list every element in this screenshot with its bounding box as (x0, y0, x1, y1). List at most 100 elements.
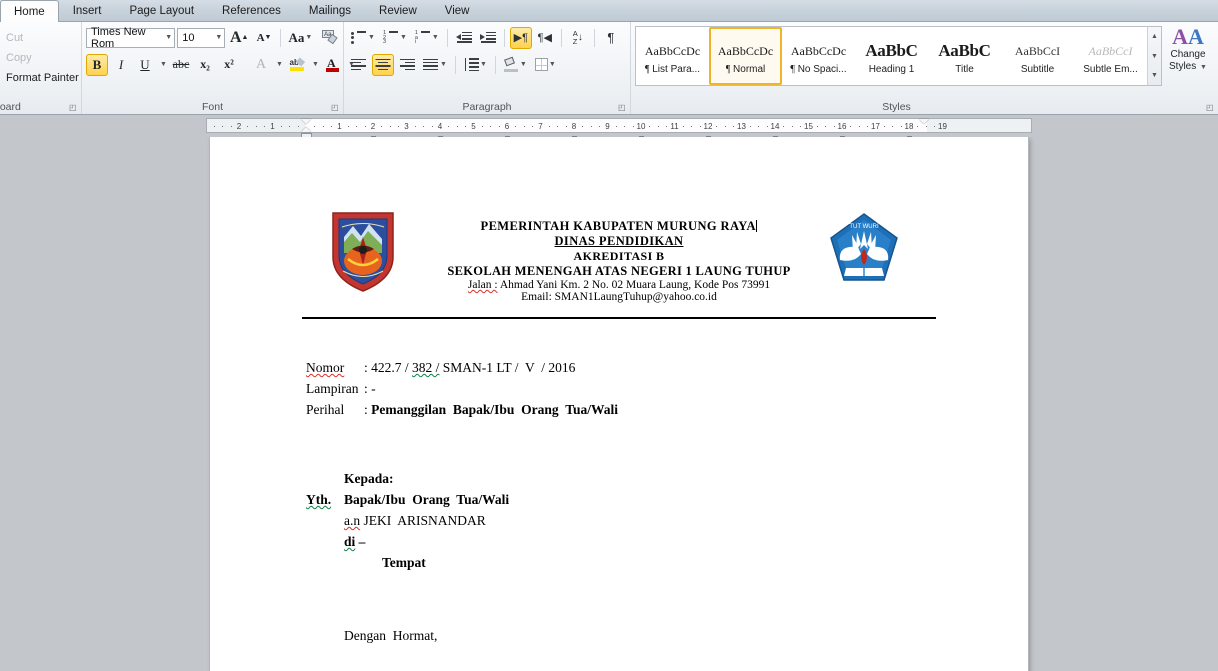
letterhead-divider (302, 317, 936, 319)
clear-formatting-button[interactable]: Aa (317, 27, 339, 49)
ruler-dot (791, 126, 793, 127)
chevron-down-icon: ▼ (440, 61, 447, 68)
text-effects-button[interactable]: A (250, 54, 272, 76)
increase-indent-icon (479, 31, 496, 44)
styles-more-icon[interactable]: ▼ (1148, 66, 1161, 85)
style-label: ¶ No Spaci... (790, 63, 847, 75)
bullets-button[interactable]: ▼ (348, 27, 378, 49)
style-item-no-spacing[interactable]: AaBbCcDc ¶ No Spaci... (782, 27, 855, 85)
horizontal-ruler[interactable]: 2 1 1 2 3 4 5 6 7 8 9 10 11 12 13 14 15 16 17 18 19 (206, 118, 1032, 140)
styles-gallery-scrollbar[interactable]: ▲ ▼ ▼ (1147, 27, 1161, 85)
shrink-font-button[interactable]: A ▼ (253, 27, 275, 49)
left-to-right-button[interactable]: ▶¶ (509, 26, 532, 49)
change-styles-button[interactable]: AA Change Styles ▼ (1162, 25, 1214, 74)
ruler-dot (264, 126, 266, 127)
ruler-dot (632, 126, 634, 127)
decrease-indent-button[interactable] (453, 27, 475, 49)
ruler-dot (582, 126, 584, 127)
yth-label: Yth. (306, 492, 332, 507)
sort-button[interactable]: A Z ↓ (567, 27, 589, 49)
letter-meta-block: Nomor: 422.7 / 382 / SMAN-1 LT / V / 201… (306, 357, 1028, 420)
divider (560, 28, 562, 47)
font-name-combobox[interactable]: Times New Rom ▼ (86, 26, 176, 50)
paragraph-dialog-launcher-icon[interactable]: ◰ (618, 103, 627, 112)
ruler-dot (724, 126, 726, 127)
document-area[interactable]: PEMERINTAH KABUPATEN MURUNG RAYA DINAS P… (0, 137, 1218, 671)
cut-button[interactable]: Cut (4, 28, 77, 48)
underline-dropdown[interactable]: ▼ (158, 54, 168, 76)
ruler-dot (423, 126, 425, 127)
tab-home[interactable]: Home (0, 0, 59, 22)
format-painter-button[interactable]: Format Painter (4, 68, 79, 88)
font-color-icon: A (326, 56, 340, 72)
letterhead: PEMERINTAH KABUPATEN MURUNG RAYA DINAS P… (210, 212, 1028, 319)
strikethrough-button[interactable]: abc (170, 54, 192, 76)
ruler-dot (347, 126, 349, 127)
styles-group-label: Styles (882, 101, 911, 113)
ruler-dot (825, 126, 827, 127)
first-line-indent-marker[interactable] (301, 119, 311, 124)
increase-indent-button[interactable] (477, 27, 499, 49)
italic-button[interactable]: I (110, 54, 132, 76)
tab-review[interactable]: Review (365, 0, 431, 21)
change-case-button[interactable]: Aa ▼ (286, 27, 315, 49)
right-indent-marker[interactable] (919, 119, 929, 124)
tab-insert[interactable]: Insert (59, 0, 116, 21)
font-dialog-launcher-icon[interactable]: ◰ (331, 103, 340, 112)
styles-dialog-launcher-icon[interactable]: ◰ (1206, 103, 1215, 112)
borders-button[interactable]: ▼ (532, 54, 559, 76)
underline-button[interactable]: U (134, 54, 156, 76)
font-color-button[interactable]: A (322, 54, 344, 76)
ruler-dot (758, 126, 760, 127)
grow-font-button[interactable]: A ▲ (227, 27, 251, 49)
tab-view[interactable]: View (431, 0, 484, 21)
style-item-normal[interactable]: AaBbCcDc ¶ Normal (709, 27, 782, 85)
show-formatting-marks-button[interactable]: ¶ (600, 27, 622, 49)
tab-references-label: References (222, 5, 281, 17)
ruler-dot (465, 126, 467, 127)
align-left-button[interactable] (348, 54, 370, 76)
shading-button[interactable]: ▼ (501, 54, 530, 76)
bold-button[interactable]: B (86, 53, 108, 76)
tab-references[interactable]: References (208, 0, 295, 21)
copy-button[interactable]: Copy (4, 48, 77, 68)
ruler-dot (716, 126, 718, 127)
document-page[interactable]: PEMERINTAH KABUPATEN MURUNG RAYA DINAS P… (210, 137, 1028, 671)
superscript-button[interactable]: x² (218, 54, 240, 76)
align-right-button[interactable] (396, 54, 418, 76)
numbering-button[interactable]: 1 2 3 ▼ (380, 27, 410, 49)
ruler-dot (314, 126, 316, 127)
ruler-dot (858, 126, 860, 127)
chevron-down-icon: ▼ (1200, 64, 1207, 71)
lampiran-value: : - (364, 381, 376, 396)
styles-scroll-up-icon[interactable]: ▲ (1148, 27, 1161, 46)
text-highlight-button[interactable]: ab (286, 54, 308, 76)
tab-mailings[interactable]: Mailings (295, 0, 365, 21)
multilevel-list-button[interactable]: 1 a i ▼ (412, 27, 442, 49)
style-item-subtitle[interactable]: AaBbCcI Subtitle (1001, 27, 1074, 85)
right-to-left-button[interactable]: ¶◀ (534, 27, 556, 49)
style-item-title[interactable]: AaBbC Title (928, 27, 1001, 85)
divider (494, 55, 496, 74)
ruler-dot (657, 126, 659, 127)
subscript-button[interactable]: x₂ (194, 54, 216, 76)
highlight-dropdown[interactable]: ▼ (310, 54, 320, 76)
style-item-subtle-emphasis[interactable]: AaBbCcI Subtle Em... (1074, 27, 1147, 85)
style-item-heading-1[interactable]: AaBbC Heading 1 (855, 27, 928, 85)
styles-scroll-down-icon[interactable]: ▼ (1148, 47, 1161, 66)
borders-icon (534, 58, 548, 71)
closing-line: Dengan Hormat, (344, 628, 438, 643)
align-center-button[interactable] (372, 53, 394, 76)
line-spacing-button[interactable]: ▼ (461, 54, 490, 76)
text-effects-dropdown[interactable]: ▼ (274, 54, 284, 76)
ruler-dot (331, 126, 333, 127)
hanging-indent-marker[interactable] (301, 127, 311, 132)
ribbon: Home Insert Page Layout References Maili… (0, 0, 1218, 115)
align-justify-button[interactable]: ▼ (420, 54, 450, 76)
clipboard-dialog-launcher-icon[interactable]: ◰ (69, 103, 78, 112)
style-preview: AaBbC (865, 40, 918, 60)
font-size-combobox[interactable]: 10 ▼ (177, 27, 226, 48)
tab-page-layout[interactable]: Page Layout (115, 0, 208, 21)
divider (503, 28, 505, 47)
style-item-list-paragraph[interactable]: AaBbCcDc ¶ List Para... (636, 27, 709, 85)
